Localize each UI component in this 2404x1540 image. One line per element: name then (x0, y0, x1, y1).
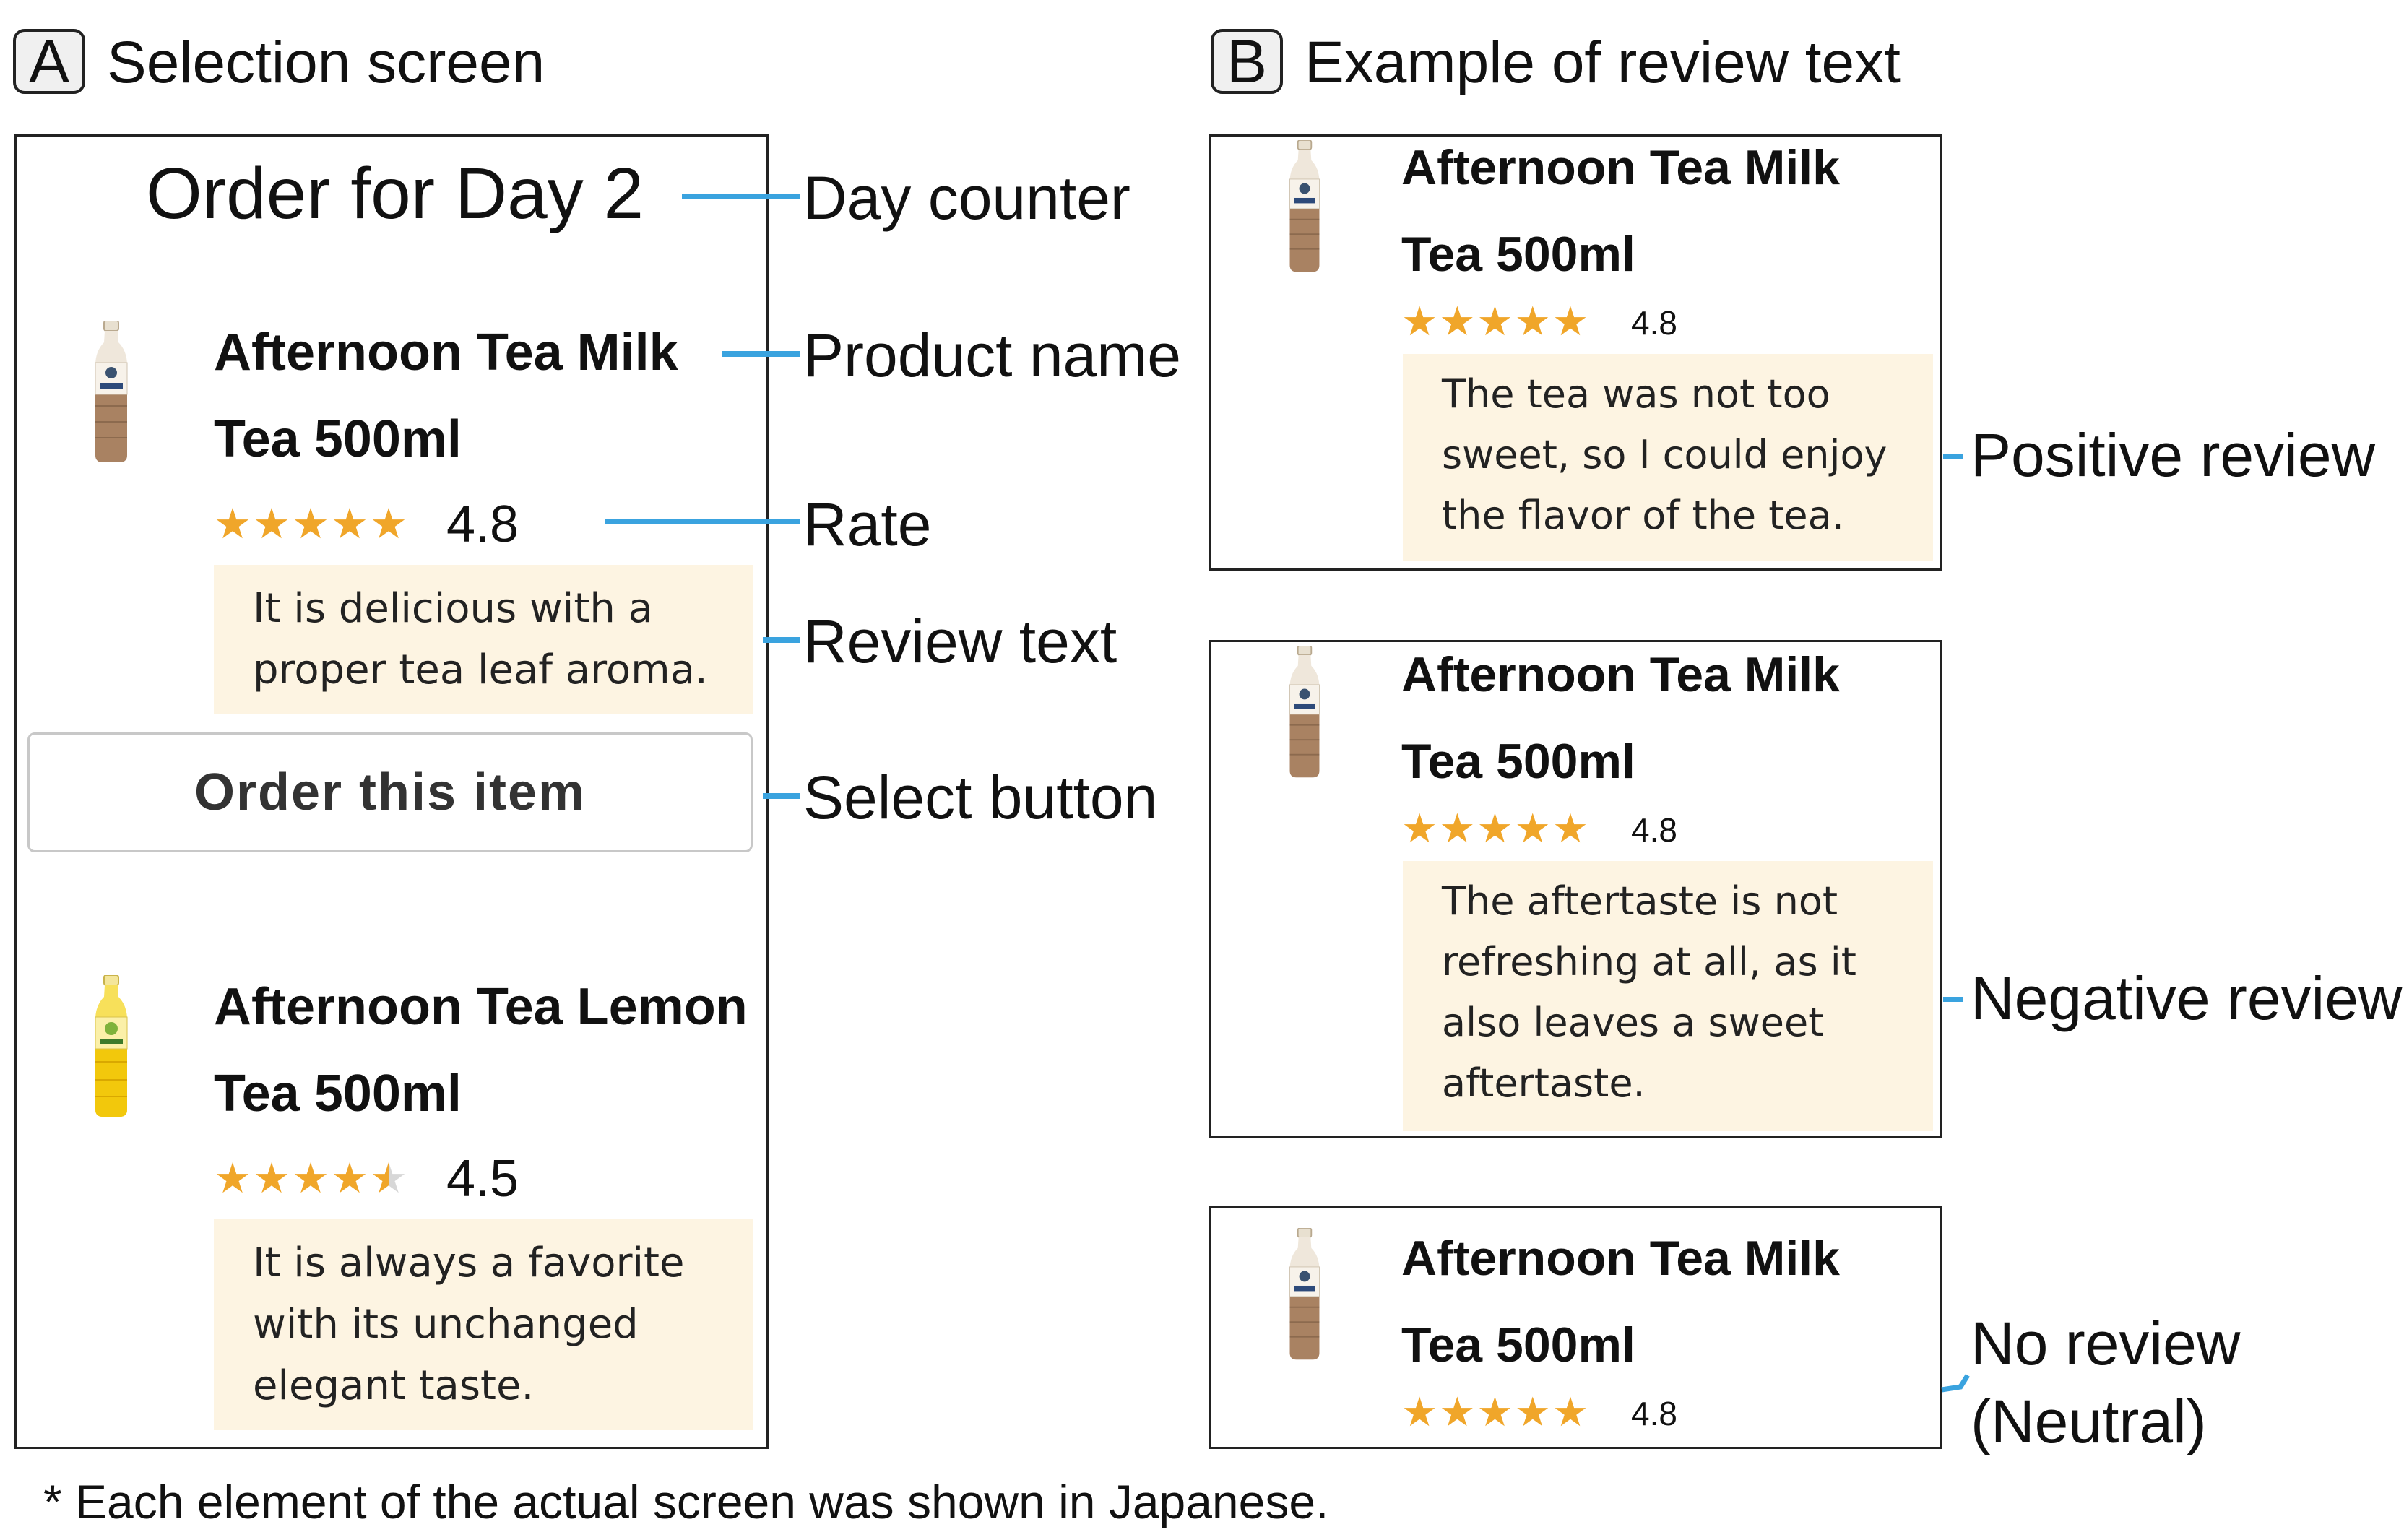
neutral-label-line: (Neutral) (1971, 1388, 2207, 1455)
callout-line (1943, 454, 1963, 459)
panel-a-letter-text: A (28, 27, 70, 95)
product-name-line: Afternoon Tea Lemon (214, 978, 748, 1036)
review-text: It is always a favorite with its unchang… (214, 1219, 753, 1430)
callout-line (605, 519, 800, 524)
rating-value: 4.8 (1631, 1395, 1677, 1432)
neutral-review-label: No review (Neutral) (1971, 1305, 2240, 1461)
panel-b-letter-text: B (1226, 27, 1268, 95)
callout-rate: Rate (803, 490, 932, 558)
neutral-label-line: No review (1971, 1310, 2241, 1377)
callout-line (1941, 1374, 1970, 1393)
review-line: the flavor of the tea. (1442, 493, 1844, 538)
footnote: * Each element of the actual screen was … (43, 1475, 1329, 1528)
callout-review-text: Review text (803, 607, 1117, 675)
product-name: Afternoon Tea Lemon Tea 500ml (214, 964, 748, 1137)
milk-tea-bottle-icon (85, 321, 137, 465)
product-name-line: Afternoon Tea Milk (1401, 140, 1840, 195)
order-this-item-button[interactable]: Order this item (27, 732, 753, 852)
product-name-line: Afternoon Tea Milk (1401, 647, 1840, 702)
product-name-line: Tea 500ml (1401, 227, 1635, 282)
panel-b-title: Example of review text (1305, 30, 1901, 95)
review-line: sweet, so I could enjoy (1442, 432, 1888, 477)
star-rating: ★★★★★ (1401, 805, 1591, 851)
positive-review-label: Positive review (1971, 421, 2376, 489)
star-rating: ★★★★★ (214, 501, 409, 548)
callout-line (763, 637, 800, 643)
product-name-line: Tea 500ml (1401, 734, 1635, 789)
product-name-line: Afternoon Tea Milk (1401, 1231, 1840, 1286)
product-name: Afternoon Tea Milk Tea 500ml (214, 309, 678, 483)
panel-b-letter: B (1211, 29, 1283, 94)
milk-tea-bottle-icon (1281, 140, 1328, 274)
callout-line (722, 351, 800, 357)
product-name-line: Tea 500ml (214, 410, 462, 468)
review-line: aftertaste. (1442, 1060, 1646, 1106)
product-name: Afternoon Tea Milk Tea 500ml (1401, 124, 1840, 298)
callout-product-name: Product name (803, 321, 1181, 389)
review-line: elegant taste. (253, 1362, 535, 1409)
review-line: The tea was not too (1442, 371, 1830, 417)
star-rating: ★★★★★ (1401, 298, 1591, 344)
product-name-line: Tea 500ml (214, 1065, 462, 1122)
product-name: Afternoon Tea Milk Tea 500ml (1401, 1215, 1840, 1388)
product-name: Afternoon Tea Milk Tea 500ml (1401, 631, 1840, 805)
review-line: proper tea leaf aroma. (253, 646, 708, 693)
callout-line (682, 194, 800, 199)
rating-value: 4.8 (446, 496, 519, 553)
callout-line (1943, 997, 1963, 1002)
product-name-line: Tea 500ml (1401, 1318, 1635, 1372)
review-line: The aftertaste is not (1442, 878, 1838, 924)
panel-a-title: Selection screen (107, 30, 545, 95)
half-star-icon: ★ (369, 1155, 409, 1202)
lemon-tea-bottle-icon (85, 975, 137, 1120)
day-counter: Order for Day 2 (146, 153, 644, 234)
product-name-line: Afternoon Tea Milk (214, 324, 678, 381)
review-line: It is always a favorite (253, 1240, 685, 1286)
review-line: with its unchanged (253, 1301, 639, 1348)
review-line: also leaves a sweet (1442, 1000, 1824, 1045)
review-line: refreshing at all, as it (1442, 939, 1856, 985)
callout-day-counter: Day counter (803, 164, 1130, 232)
review-line: It is delicious with a (253, 585, 653, 632)
rating-value: 4.8 (1631, 304, 1677, 342)
star-rating: ★★★★★ (214, 1158, 409, 1200)
star-rating-full: ★★★★ (214, 1155, 370, 1202)
review-text: The aftertaste is not refreshing at all,… (1403, 861, 1933, 1131)
rating-value: 4.5 (446, 1150, 519, 1208)
negative-review-label: Negative review (1971, 964, 2403, 1032)
star-rating: ★★★★★ (1401, 1389, 1591, 1435)
callout-select-button: Select button (803, 763, 1158, 831)
callout-line (763, 793, 800, 799)
milk-tea-bottle-icon (1281, 646, 1328, 780)
review-text: It is delicious with a proper tea leaf a… (214, 565, 753, 714)
rating-value: 4.8 (1631, 811, 1677, 849)
review-text: The tea was not too sweet, so I could en… (1403, 354, 1933, 561)
panel-a-letter: A (13, 29, 85, 94)
milk-tea-bottle-icon (1281, 1228, 1328, 1362)
